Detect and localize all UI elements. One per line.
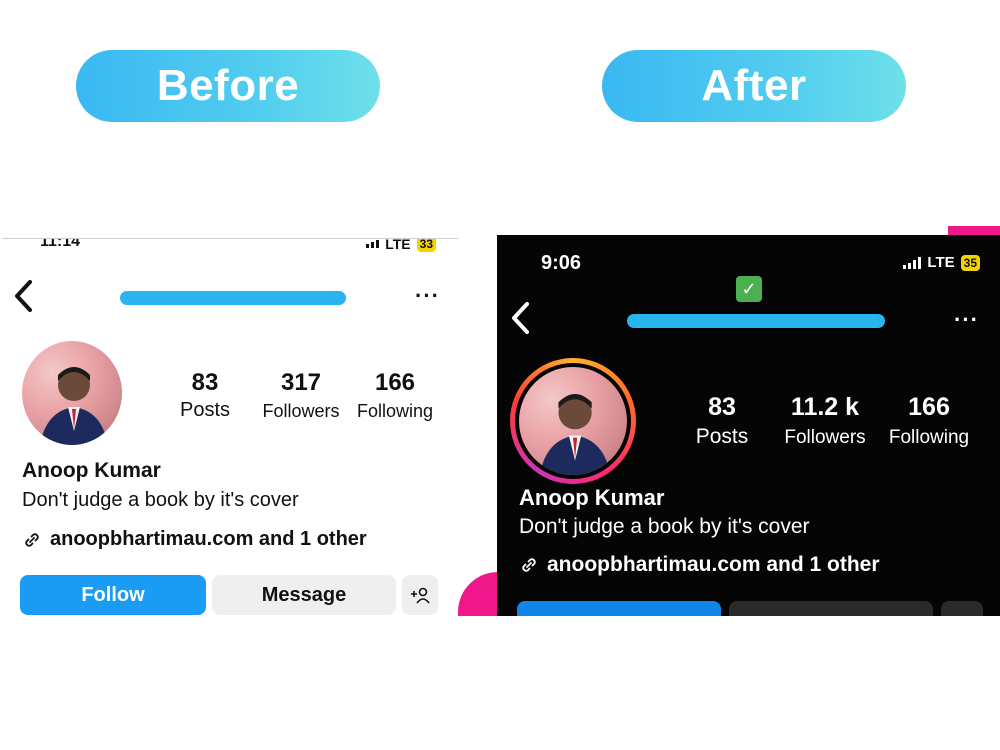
posts-count: 83 — [191, 369, 219, 396]
more-dots-icon: ··· — [415, 283, 440, 308]
link-icon — [522, 558, 536, 572]
following-label: Following — [888, 427, 970, 448]
signal-icon — [903, 256, 922, 269]
battery-icon: 35 — [960, 254, 980, 271]
chevron-left-icon — [15, 280, 32, 312]
following-label: Following — [356, 401, 434, 421]
following-count: 166 — [908, 393, 950, 421]
signal-icon — [366, 240, 380, 248]
person-icon — [539, 394, 611, 475]
message-button[interactable]: Message — [212, 575, 396, 615]
following-stat[interactable]: 166 Following — [881, 393, 977, 449]
check-emoji-icon: ✓ — [736, 276, 762, 302]
person-icon — [40, 367, 108, 445]
profile-name: Anoop Kumar — [519, 485, 665, 510]
decorative-pink-shape — [948, 226, 1000, 235]
profile-link-text: anoopbhartimau.com and 1 other — [547, 553, 880, 576]
username-redacted — [627, 314, 885, 328]
more-dots-icon: ··· — [954, 307, 979, 332]
back-button[interactable] — [509, 301, 531, 335]
followers-stat[interactable]: 317 Followers — [256, 369, 346, 422]
more-button[interactable]: ··· — [954, 307, 979, 333]
back-button[interactable] — [12, 279, 34, 313]
username-redacted — [120, 291, 346, 305]
following-count: 166 — [374, 369, 416, 396]
following-stat[interactable]: 166 Following — [350, 369, 440, 422]
profile-avatar[interactable] — [519, 367, 627, 475]
link-icon — [25, 532, 39, 547]
after-label: After — [602, 50, 906, 122]
profile-bio: Don't judge a book by it's cover — [519, 515, 810, 538]
chevron-left-icon — [512, 302, 529, 334]
battery-icon: 33 — [416, 239, 436, 252]
network-label: LTE — [927, 254, 955, 271]
profile-link[interactable]: anoopbhartimau.com and 1 other — [22, 528, 367, 551]
follow-button[interactable] — [517, 601, 721, 616]
status-time: 9:06 — [541, 252, 582, 274]
decorative-pink-shape — [458, 572, 498, 616]
status-bar: LTE 35 — [903, 254, 980, 271]
posts-label: Posts — [695, 425, 749, 448]
posts-count: 83 — [708, 393, 736, 421]
followers-count: 11.2 k — [790, 393, 860, 421]
profile-bio: Don't judge a book by it's cover — [22, 489, 299, 511]
follow-button[interactable]: Follow — [20, 575, 206, 615]
add-user-icon — [411, 587, 430, 604]
before-screenshot: 11:14 LTE 33 ··· 83 Posts 317 Followers … — [2, 238, 458, 617]
posts-label: Posts — [179, 399, 231, 421]
add-user-button[interactable] — [402, 575, 438, 615]
followers-label: Followers — [784, 427, 866, 448]
profile-avatar[interactable] — [22, 341, 122, 445]
message-button[interactable] — [729, 601, 933, 616]
followers-label: Followers — [262, 401, 340, 421]
add-user-button[interactable] — [941, 601, 983, 616]
more-button[interactable]: ··· — [415, 283, 440, 309]
profile-link[interactable]: anoopbhartimau.com and 1 other — [519, 553, 880, 577]
network-label: LTE — [385, 238, 411, 252]
after-screenshot: 9:06 LTE 35 ✓ ··· 83 Posts 11.2 k Follow… — [497, 235, 1000, 616]
posts-stat[interactable]: 83 Posts — [687, 393, 757, 449]
status-bar: LTE 33 — [366, 238, 436, 252]
followers-stat[interactable]: 11.2 k Followers — [777, 393, 873, 449]
profile-link-text: anoopbhartimau.com and 1 other — [50, 528, 367, 550]
status-time: 11:14 — [40, 238, 81, 250]
posts-stat[interactable]: 83 Posts — [172, 369, 238, 422]
profile-name: Anoop Kumar — [22, 459, 161, 482]
before-label: Before — [76, 50, 380, 122]
followers-count: 317 — [280, 369, 322, 396]
